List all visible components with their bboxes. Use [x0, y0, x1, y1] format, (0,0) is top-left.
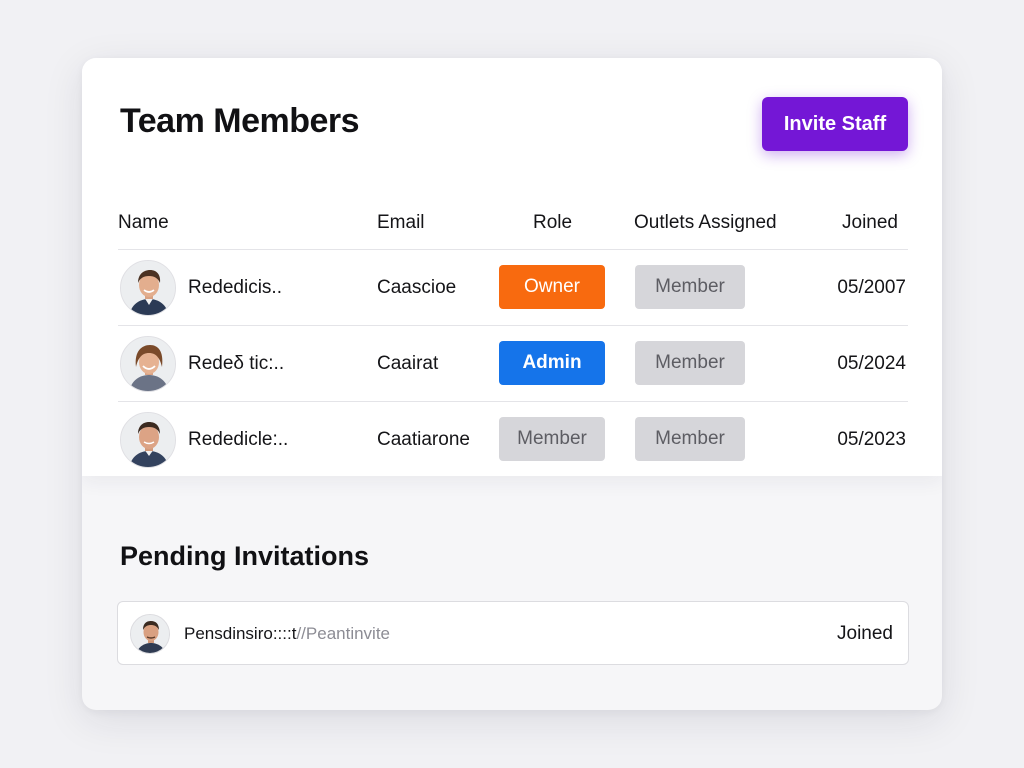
column-header-email[interactable]: Email	[377, 212, 425, 234]
column-header-joined[interactable]: Joined	[842, 212, 898, 234]
person-icon	[121, 261, 175, 315]
pending-invitation-item[interactable]: Pensdinsiro::::t//Peantinvite Joined	[117, 601, 909, 665]
table-row[interactable]: Rededicle:.. Caatiarone Member Member 05…	[118, 402, 908, 478]
role-badge-admin[interactable]: Admin	[499, 341, 605, 385]
member-name: Redeδ tic:..	[188, 353, 285, 374]
avatar	[120, 412, 176, 468]
column-header-outlets[interactable]: Outlets Assigned	[634, 212, 777, 234]
pending-status: Joined	[837, 623, 893, 644]
person-icon	[121, 413, 175, 467]
column-header-name[interactable]: Name	[118, 212, 169, 234]
outlets-badge[interactable]: Member	[635, 341, 745, 385]
joined-date: 05/2023	[837, 429, 906, 450]
pending-invitations-title: Pending Invitations	[120, 541, 370, 571]
member-email: Caairat	[377, 353, 439, 374]
table-header: Name Email Role Outlets Assigned Joined	[118, 196, 908, 250]
member-name: Rededicis..	[188, 277, 282, 298]
team-members-section: Team Members Invite Staff Name Email Rol…	[82, 58, 942, 476]
table-row[interactable]: Rededicis.. Caascioe Owner Member 05/200…	[118, 250, 908, 326]
person-icon	[131, 615, 169, 653]
outlets-badge[interactable]: Member	[635, 265, 745, 309]
page-title: Team Members	[120, 102, 360, 140]
person-icon	[121, 337, 175, 391]
joined-date: 05/2024	[837, 353, 906, 374]
pending-invite-link: //Peantinvite	[296, 624, 391, 643]
members-table: Name Email Role Outlets Assigned Joined	[118, 196, 908, 478]
outlets-badge[interactable]: Member	[635, 417, 745, 461]
column-header-role[interactable]: Role	[533, 212, 572, 234]
role-badge-member[interactable]: Member	[499, 417, 605, 461]
avatar	[120, 336, 176, 392]
pending-invitation-text: Pensdinsiro::::t//Peantinvite	[184, 624, 390, 644]
member-name: Rededicle:..	[188, 429, 289, 450]
team-panel: Team Members Invite Staff Name Email Rol…	[82, 58, 942, 710]
invite-staff-button[interactable]: Invite Staff	[762, 97, 908, 151]
avatar	[130, 614, 170, 654]
joined-date: 05/2007	[837, 277, 906, 298]
table-row[interactable]: Redeδ tic:.. Caairat Admin Member 05/202…	[118, 326, 908, 402]
avatar	[120, 260, 176, 316]
pending-name: Pensdinsiro::::t	[184, 624, 297, 643]
member-email: Caatiarone	[377, 429, 470, 450]
member-email: Caascioe	[377, 277, 457, 298]
role-badge-owner[interactable]: Owner	[499, 265, 605, 309]
